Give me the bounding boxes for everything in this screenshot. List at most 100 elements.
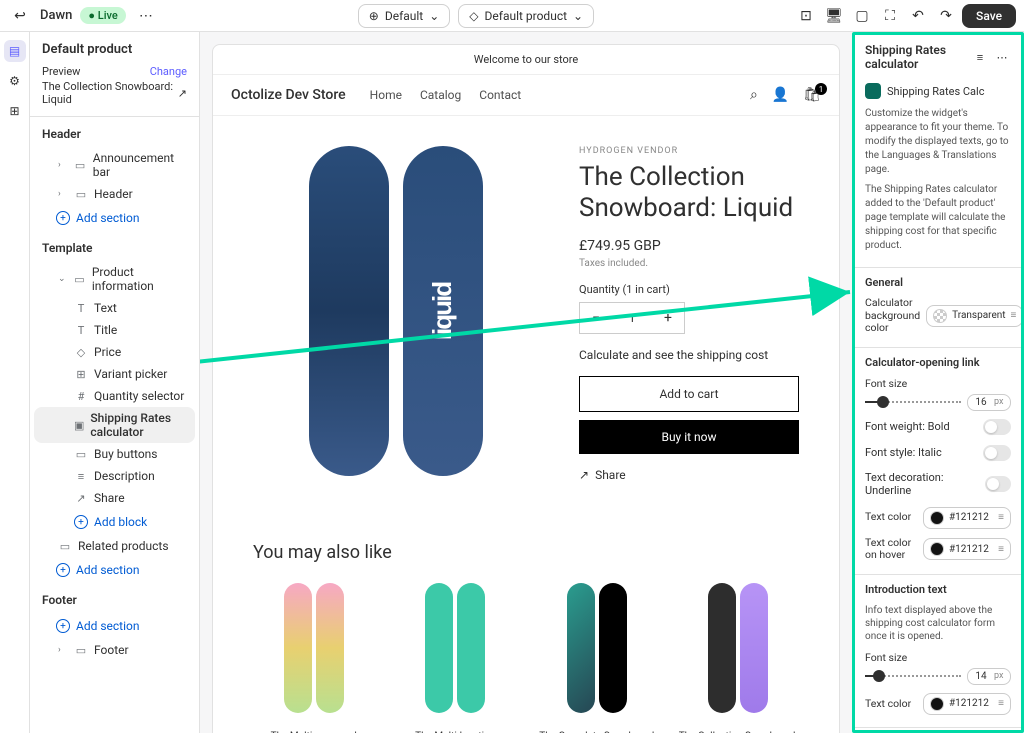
search-icon[interactable]: ⌕ [750, 87, 758, 103]
desktop-icon[interactable]: 🖥 [822, 4, 846, 28]
fullscreen-icon[interactable]: ⛶ [878, 4, 902, 28]
bg-color-label: Calculator background color [865, 297, 920, 335]
related-item-3[interactable]: The Complete Snowboard [536, 583, 658, 733]
view-select[interactable]: ⊕ Default ⌄ [358, 4, 451, 28]
tag-icon: ◇ [469, 9, 478, 23]
store-header: Octolize Dev Store Home Catalog Contact … [213, 75, 839, 116]
tree-price[interactable]: ◇Price [30, 341, 199, 363]
help-text: Customize the widget's appearance to fit… [855, 107, 1021, 268]
chevron-down-icon: ⌄ [429, 9, 439, 23]
app-badge[interactable]: Shipping Rates Calc [855, 79, 1021, 107]
bg-color-input[interactable]: Transparent ≡ [926, 305, 1023, 327]
topbar: ↩ Dawn ● Live ⋯ ⊕ Default ⌄ ◇ Default pr… [0, 0, 1024, 32]
store-name[interactable]: Octolize Dev Store [231, 87, 346, 103]
intro-text-color-input[interactable]: #121212≡ [923, 693, 1011, 715]
account-icon[interactable]: 👤 [772, 87, 789, 103]
add-section-footer[interactable]: +Add section [30, 613, 199, 639]
footer-section-label: Footer [30, 583, 199, 613]
vendor: HYDROGEN VENDOR [579, 146, 799, 156]
tree-title[interactable]: TTitle [30, 319, 199, 341]
panel-list-icon[interactable]: ≡ [971, 48, 989, 66]
external-link-icon: ↗ [178, 87, 187, 100]
intro-title: Introduction text [865, 583, 1011, 596]
tree-header[interactable]: ›▭Header [30, 183, 199, 205]
text-deco-toggle[interactable] [985, 476, 1011, 492]
list-icon: ≡ [1011, 310, 1017, 321]
font-size-input[interactable]: 16px [967, 394, 1011, 411]
chevron-down-icon: ⌄ [573, 9, 583, 23]
tree-product-info[interactable]: ⌄▭Product information [30, 261, 199, 297]
mobile-icon[interactable]: ▢ [850, 4, 874, 28]
cart-icon[interactable]: 🛍1 [803, 87, 821, 103]
quantity-label: Quantity (1 in cart) [579, 283, 799, 296]
settings-title: Shipping Rates calculator [865, 43, 971, 71]
nav-home[interactable]: Home [370, 88, 402, 102]
rail-settings-icon[interactable]: ⚙ [4, 70, 26, 92]
font-style-toggle[interactable] [983, 445, 1011, 461]
tree-footer[interactable]: ›▭Footer [30, 639, 199, 661]
product-image-2[interactable]: liquid [403, 146, 483, 476]
text-deco-label: Text decoration: Underline [865, 471, 985, 497]
add-block[interactable]: +Add block [30, 509, 199, 535]
intro-font-size-label: Font size [865, 651, 1011, 664]
tree-related[interactable]: ▭Related products [30, 535, 199, 557]
add-section-header[interactable]: +Add section [30, 205, 199, 231]
nav-contact[interactable]: Contact [479, 88, 521, 102]
more-icon[interactable]: ⋯ [134, 4, 158, 28]
intro-sub: Info text displayed above the shipping c… [865, 604, 1011, 643]
globe-icon: ⊕ [369, 9, 379, 23]
template-select[interactable]: ◇ Default product ⌄ [458, 4, 594, 28]
tree-text[interactable]: TText [30, 297, 199, 319]
quantity-picker[interactable]: − 1 + [579, 302, 685, 334]
tree-variant[interactable]: ⊞Variant picker [30, 363, 199, 385]
tree-buy[interactable]: ▭Buy buttons [30, 443, 199, 465]
header-section-label: Header [30, 117, 199, 147]
tree-quantity[interactable]: #Quantity selector [30, 385, 199, 407]
undo-icon[interactable]: ↶ [906, 4, 930, 28]
text-color-input[interactable]: #121212≡ [923, 507, 1011, 529]
tree-announcement-bar[interactable]: ›▭Announcement bar [30, 147, 199, 183]
preview-label: Preview [42, 65, 80, 78]
share-button[interactable]: ↗Share [579, 468, 799, 482]
tree-shipping-calc[interactable]: ▣Shipping Rates calculator [34, 407, 195, 443]
intro-font-size-slider[interactable] [865, 675, 961, 677]
intro-text-color-label: Text color [865, 698, 917, 711]
font-size-slider[interactable] [865, 401, 961, 403]
product-image-1[interactable] [309, 146, 389, 476]
buy-now-button[interactable]: Buy it now [579, 420, 799, 454]
hover-color-input[interactable]: #121212≡ [923, 538, 1011, 560]
change-link[interactable]: Change [150, 65, 187, 78]
template-title: Default product [42, 42, 187, 57]
related-item-4[interactable]: The Collection Snowboard: Hydrogen [678, 583, 800, 733]
tree-description[interactable]: ≡Description [30, 465, 199, 487]
add-to-cart-button[interactable]: Add to cart [579, 376, 799, 412]
tree-share[interactable]: ↗Share [30, 487, 199, 509]
back-icon[interactable]: ↩ [8, 4, 32, 28]
live-badge: ● Live [80, 7, 125, 24]
qty-value: 1 [612, 311, 652, 325]
rail-sections-icon[interactable]: ▤ [4, 40, 26, 62]
transparent-swatch [933, 309, 947, 323]
add-section-template[interactable]: +Add section [30, 557, 199, 583]
qty-plus[interactable]: + [652, 303, 684, 333]
redo-icon[interactable]: ↷ [934, 4, 958, 28]
related-item-1[interactable]: The Multi-managed Snowboard [253, 583, 375, 733]
share-icon: ↗ [579, 468, 589, 482]
qty-minus[interactable]: − [580, 303, 612, 333]
general-title: General [865, 276, 1011, 289]
inspector-icon[interactable]: ⊡ [794, 4, 818, 28]
shipping-calc-link[interactable]: Calculate and see the shipping cost [579, 348, 799, 362]
settings-panel: Shipping Rates calculator ≡ ⋯ Shipping R… [852, 32, 1024, 733]
price: £749.95 GBP [579, 238, 799, 254]
font-weight-toggle[interactable] [983, 419, 1011, 435]
save-button[interactable]: Save [962, 4, 1016, 28]
preview-product[interactable]: The Collection Snowboard: Liquid ↗ [42, 80, 187, 106]
font-style-label: Font style: Italic [865, 446, 942, 459]
rail-apps-icon[interactable]: ⊞ [4, 100, 26, 122]
app-icon [865, 83, 881, 99]
intro-font-size-input[interactable]: 14px [967, 668, 1011, 685]
panel-more-icon[interactable]: ⋯ [993, 48, 1011, 66]
related-item-2[interactable]: The Multi-location Snowboard [395, 583, 517, 733]
hover-color-label: Text color on hover [865, 537, 917, 562]
nav-catalog[interactable]: Catalog [420, 88, 461, 102]
